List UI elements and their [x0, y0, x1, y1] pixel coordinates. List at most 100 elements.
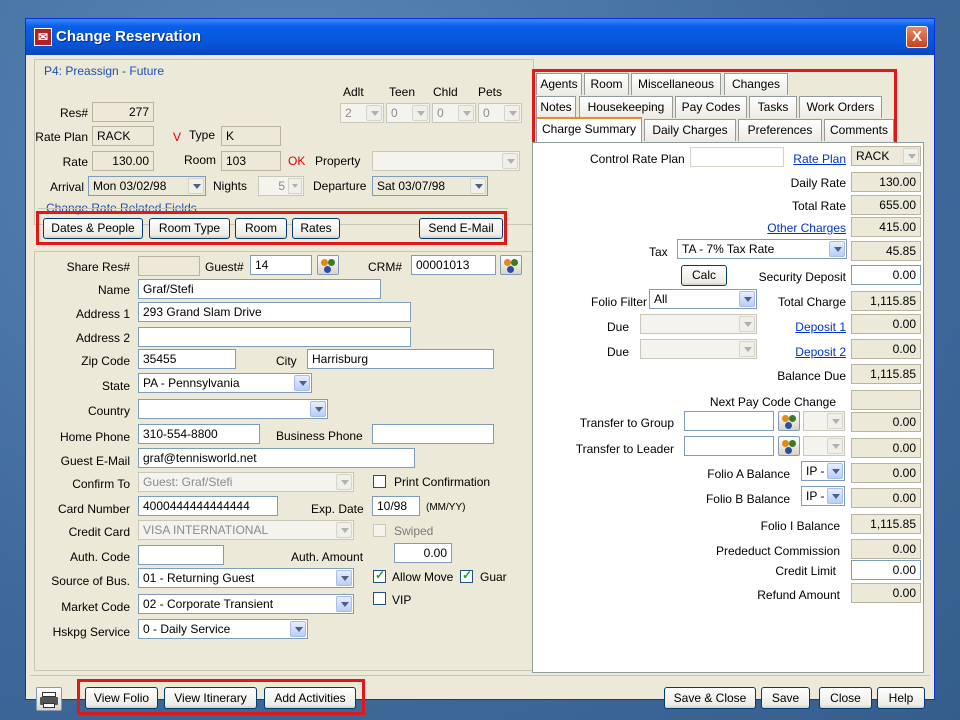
calc-button[interactable]: Calc	[681, 265, 727, 286]
window-client: P4: Preassign - Future Adlt Teen Chld Pe…	[30, 55, 930, 715]
prededuct-commission-label: Prededuct Commission	[715, 544, 840, 558]
swiped-checkbox[interactable]	[373, 524, 386, 537]
footer-divider	[30, 675, 930, 676]
teen-label: Teen	[389, 85, 416, 99]
print-confirmation-label: Print Confirmation	[394, 475, 491, 489]
room-label: Room	[184, 153, 217, 167]
allow-move-checkbox[interactable]	[373, 568, 386, 583]
room-type-field: K	[221, 126, 281, 146]
departure-date-select[interactable]: Sat 03/07/98	[372, 176, 488, 196]
pets-select[interactable]: 0	[478, 103, 522, 123]
hskpg-service-select[interactable]: 0 - Daily Service	[138, 619, 308, 639]
share-res-label: Share Res#	[66, 260, 130, 274]
transfer-leader-select[interactable]	[803, 436, 845, 456]
transfer-group-people-icon[interactable]	[778, 411, 800, 431]
address1-field[interactable]: 293 Grand Slam Drive	[138, 302, 411, 322]
res-number-field: 277	[92, 102, 154, 122]
transfer-leader-field[interactable]	[684, 436, 774, 456]
nights-label: Nights	[213, 179, 248, 193]
card-number-field[interactable]: 4000444444444444	[138, 496, 278, 516]
auth-amount-field[interactable]: 0.00	[394, 543, 452, 563]
reservation-status: P4: Preassign - Future	[44, 64, 165, 78]
guest-number-label: Guest#	[205, 260, 244, 274]
chld-label: Chld	[433, 85, 458, 99]
guest-number-field[interactable]: 14	[250, 255, 312, 275]
close-window-button[interactable]: X	[906, 26, 928, 48]
window-title: Change Reservation	[56, 28, 202, 45]
folio-filter-label: Folio Filter	[591, 295, 648, 309]
rate-buttons-highlight	[36, 211, 507, 245]
prededuct-commission-field: 0.00	[851, 539, 921, 559]
property-select[interactable]	[372, 151, 520, 171]
transfer-group-select[interactable]	[803, 411, 845, 431]
printer-icon[interactable]	[36, 687, 62, 711]
children-select[interactable]: 0	[432, 103, 476, 123]
folio-b-code-select[interactable]: IP -	[801, 486, 845, 506]
rate-plan-link[interactable]: Rate Plan	[770, 152, 846, 166]
deposit2-link[interactable]: Deposit 2	[730, 345, 846, 359]
room-field: 103	[221, 151, 281, 171]
save-close-button[interactable]: Save & Close	[664, 687, 756, 709]
auth-code-label: Auth. Code	[69, 550, 130, 564]
guest-lookup-people-icon[interactable]	[317, 255, 339, 275]
confirm-to-select[interactable]: Guest: Graf/Stefi	[138, 472, 354, 492]
charge-rate-plan-select[interactable]: RACK	[851, 146, 921, 166]
close-button[interactable]: Close	[819, 687, 872, 709]
refund-amount-label: Refund Amount	[757, 588, 840, 602]
total-rate-field: 655.00	[851, 195, 921, 215]
state-label: State	[101, 379, 130, 393]
balance-due-label: Balance Due	[777, 369, 846, 383]
guaranteed-checkbox[interactable]	[460, 568, 473, 583]
address2-label: Address 2	[75, 331, 130, 345]
footer-buttons-highlight	[77, 679, 365, 715]
daily-rate-label: Daily Rate	[790, 176, 846, 190]
deposit2-field: 0.00	[851, 339, 921, 359]
help-button[interactable]: Help	[877, 687, 925, 709]
total-rate-label: Total Rate	[791, 199, 846, 213]
market-code-select[interactable]: 02 - Corporate Transient	[138, 594, 354, 614]
folio-a-code-select[interactable]: IP -	[801, 461, 845, 481]
credit-card-select[interactable]: VISA INTERNATIONAL	[138, 520, 354, 540]
card-number-label: Card Number	[57, 502, 130, 516]
group-divider	[38, 208, 508, 209]
departure-label: Departure	[313, 179, 367, 193]
city-field[interactable]: Harrisburg	[307, 349, 494, 369]
business-phone-field[interactable]	[372, 424, 494, 444]
zip-field[interactable]: 35455	[138, 349, 236, 369]
nights-spinner[interactable]: 5	[258, 176, 304, 196]
print-confirmation-checkbox[interactable]	[373, 475, 386, 488]
save-button[interactable]: Save	[761, 687, 810, 709]
credit-limit-field[interactable]: 0.00	[851, 560, 921, 580]
confirm-to-label: Confirm To	[72, 477, 130, 491]
teens-select[interactable]: 0	[386, 103, 430, 123]
vip-checkbox[interactable]	[373, 592, 386, 605]
crm-lookup-people-icon[interactable]	[500, 255, 522, 275]
title-bar[interactable]: ✉ Change Reservation X	[26, 19, 934, 55]
room-ok-marker: OK	[288, 154, 306, 168]
transfer-group-field[interactable]	[684, 411, 774, 431]
res-number-label: Res#	[59, 106, 88, 120]
auth-code-field[interactable]	[138, 545, 224, 565]
tax-rate-select[interactable]: TA - 7% Tax Rate	[677, 239, 847, 259]
security-deposit-field[interactable]: 0.00	[851, 265, 921, 285]
rate-label: Rate	[62, 155, 88, 169]
guest-email-field[interactable]: graf@tennisworld.net	[138, 448, 415, 468]
name-field[interactable]: Graf/Stefi	[138, 279, 381, 299]
adults-select[interactable]: 2	[340, 103, 384, 123]
state-select[interactable]: PA - Pennsylvania	[138, 373, 312, 393]
transfer-leader-people-icon[interactable]	[778, 436, 800, 456]
country-select[interactable]	[138, 399, 328, 419]
arrival-date-select[interactable]: Mon 03/02/98	[88, 176, 206, 196]
home-phone-field[interactable]: 310-554-8800	[138, 424, 260, 444]
exp-date-format-hint: (MM/YY)	[426, 502, 466, 513]
source-of-business-select[interactable]: 01 - Returning Guest	[138, 568, 354, 588]
deposit1-link[interactable]: Deposit 1	[730, 320, 846, 334]
address2-field[interactable]	[138, 327, 411, 347]
next-pay-code-change-field	[851, 390, 921, 410]
zip-label: Zip Code	[81, 354, 130, 368]
other-charges-link[interactable]: Other Charges	[730, 221, 846, 235]
exp-date-field[interactable]: 10/98	[372, 496, 420, 516]
crm-field[interactable]: 00001013	[411, 255, 496, 275]
folio-i-balance-label: Folio I Balance	[760, 519, 840, 533]
credit-card-label: Credit Card	[68, 525, 130, 539]
